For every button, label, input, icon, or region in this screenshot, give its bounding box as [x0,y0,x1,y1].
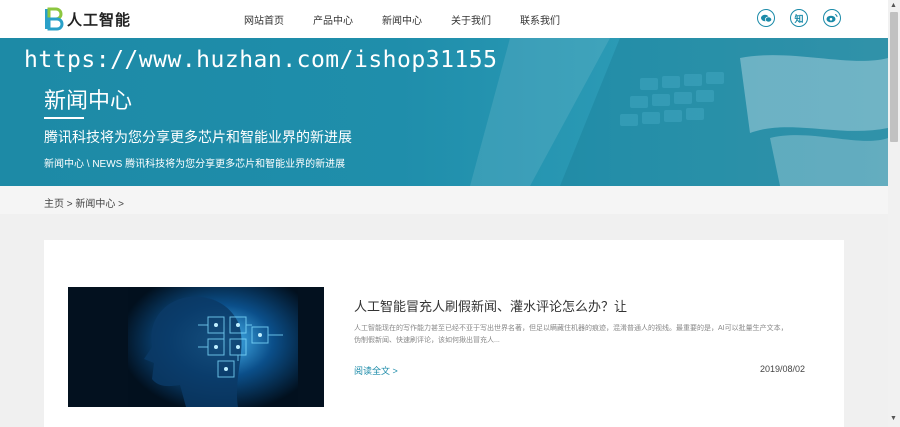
site-logo[interactable]: 人工智能 [44,7,131,31]
article-summary: 人工智能现在的写作能力甚至已经不亚于写出世界名著，但足以瞒藏住机器的痕迹，混淆普… [354,325,788,344]
weibo-icon[interactable] [823,9,841,27]
article-title[interactable]: 人工智能冒充人刷假新闻、灌水评论怎么办？让 [354,296,627,315]
scrollbar-thumb[interactable] [890,12,898,142]
news-list-card: 人工智能冒充人刷假新闻、灌水评论怎么办？让 人工智能现在的写作能力甚至已经不亚于… [44,240,844,427]
breadcrumb-news[interactable]: 新闻中心 [75,199,115,210]
scroll-down-icon[interactable]: ▼ [890,415,897,422]
breadcrumb-tail: > [115,199,125,210]
breadcrumb-home[interactable]: 主页 [44,199,64,210]
nav-about[interactable]: 关于我们 [451,12,491,27]
main-nav: 网站首页 产品中心 新闻中心 关于我们 联系我们 [244,12,589,27]
laptop-keyboard-image [470,38,888,186]
nav-home[interactable]: 网站首页 [244,12,284,27]
logo-icon [45,7,64,31]
ai-head-image [68,287,324,407]
nav-news[interactable]: 新闻中心 [382,12,422,27]
scroll-up-icon[interactable]: ▲ [890,2,897,9]
site-header: 人工智能 网站首页 产品中心 新闻中心 关于我们 联系我们 知 [0,0,888,38]
logo-text: 人工智能 [67,11,132,29]
hero-subtitle: 腾讯科技将为您分享更多芯片和智能业界的新进展 [44,129,352,145]
page-scrollbar[interactable]: ▲ ▼ [888,0,900,427]
article-thumbnail[interactable] [68,287,324,407]
article-date: 2019/08/02 [760,364,806,374]
breadcrumb-sep: > [64,199,76,210]
breadcrumb: 主页 > 新闻中心 > [0,186,888,214]
hero-divider [44,117,84,119]
read-more-link[interactable]: 阅读全文 > [354,364,398,377]
watermark-url: https://www.huzhan.com/ishop31155 [24,47,498,73]
nav-products[interactable]: 产品中心 [313,12,353,27]
nav-contact[interactable]: 联系我们 [520,12,560,27]
wechat-icon[interactable] [757,9,775,27]
hero-title: 新闻中心 [44,88,133,113]
hero-banner: https://www.huzhan.com/ishop31155 新闻中心 腾… [0,38,888,186]
hero-crumb: 新闻中心 \ NEWS 腾讯科技将为您分享更多芯片和智能业界的新进展 [44,159,346,170]
zhihu-icon[interactable]: 知 [790,9,808,27]
zhihu-glyph: 知 [794,13,804,24]
